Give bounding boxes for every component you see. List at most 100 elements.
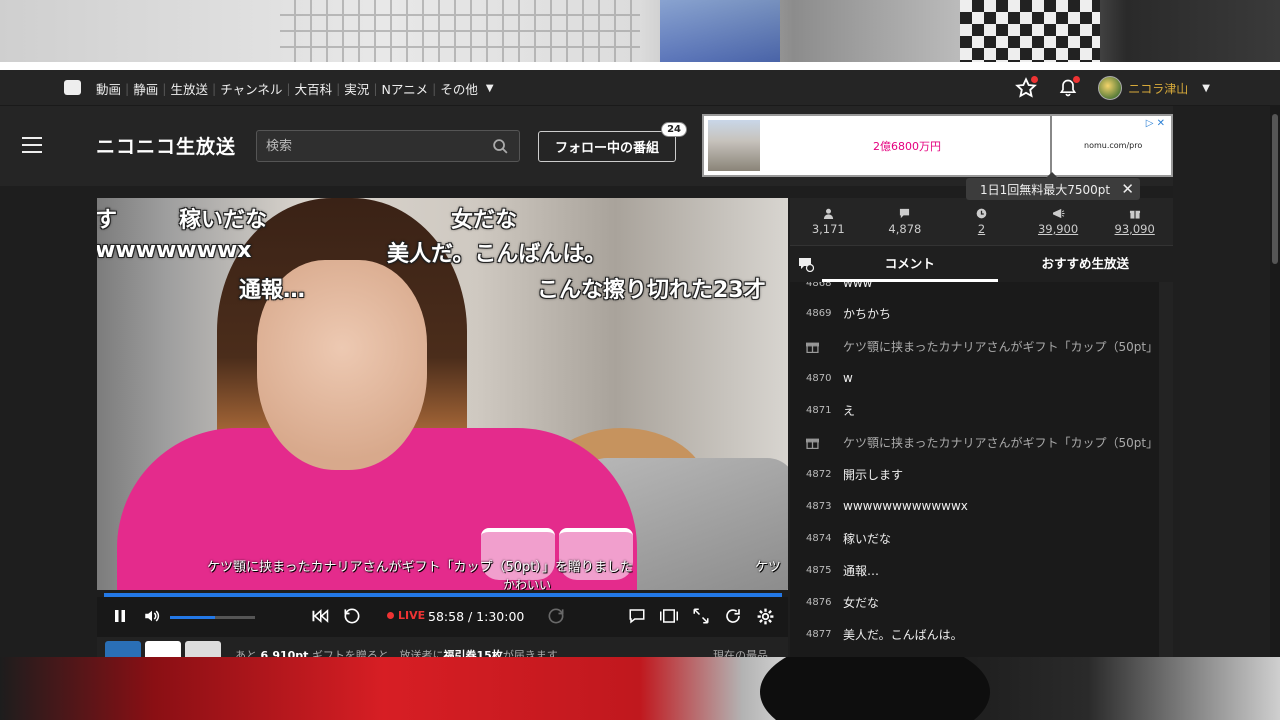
comment-number: 4874 [806,532,832,544]
service-links: 動画 | 静画 | 生放送 | チャンネル | 大百科 | 実況 | Nアニメ | その他 ▼ [92,70,494,106]
nav-link-dic[interactable]: 大百科 [291,79,337,98]
list-item: 4870 w [790,362,1159,394]
jump-start-button[interactable] [309,605,331,627]
player-controls: LIVE 58:58 / 1:30:00 [97,597,788,637]
gift-list-item: ケツ顎に挟まったカナリアさんがギフト「カップ（50pt」 [790,330,1159,362]
search-input[interactable] [257,131,477,161]
theater-mode-button[interactable] [658,605,680,627]
gift-thumbnail[interactable] [145,641,181,657]
search-icon[interactable] [492,138,509,155]
overlay-comment: wwwwwwwx [97,238,252,263]
comment-settings-icon [799,258,814,272]
comment-number: 4868 [806,282,832,289]
comment-number: 4871 [806,404,832,416]
comment-bubble-icon [629,609,645,624]
live-label: LIVE [398,609,426,622]
gift-info-suffix: が届きます [502,649,558,657]
close-icon[interactable]: ✕ [1121,180,1134,198]
comment-text: 通報… [843,563,880,578]
nav-link-video[interactable]: 動画 [92,79,125,98]
avatar [1098,76,1123,100]
fullscreen-button[interactable] [690,605,712,627]
adchoices-icon[interactable]: ▷ ✕ [1146,118,1165,129]
nav-link-anime[interactable]: Nアニメ [378,79,433,98]
volume-button[interactable] [141,605,163,627]
reload-button[interactable] [722,605,744,627]
video-player[interactable]: す 稼いだな 女だな wwwwwwwx 美人だ。こんばんは。 通報… こんな擦り… [97,198,788,590]
niconama-logo[interactable]: ニコニコ生放送 [96,132,236,159]
overlay-comment: 稼いだな [179,208,268,233]
current-item-label: 現在の最品 [713,649,768,657]
list-item: 4872 開示します [790,458,1159,490]
user-name: ニコラ津山 [1128,81,1189,96]
overlay-comment: こんな擦り切れた23才 [537,278,766,303]
gift-thumbnail[interactable] [105,641,141,657]
clock-icon [976,208,987,218]
gift-info-tickets: 福引券15枚 [443,649,503,657]
comment-settings-button[interactable] [790,256,822,272]
following-count-badge: 24 [661,122,687,137]
microphone [760,657,990,720]
viewer-icon [823,208,833,219]
tooltip-text: 1日1回無料最大7500pt [980,182,1111,197]
comment-text: 美人だ。こんばんは。 [843,627,963,642]
list-item: 4871 え [790,394,1159,426]
gift-info-points: 6,910pt [260,649,309,657]
rewind-10-button[interactable] [341,605,363,627]
comment-list[interactable]: 4868 www 4869 かちかち ケツ顎に挟まったカナリアさんがギフト「カッ… [790,282,1173,657]
comment-number: 4875 [806,564,832,576]
nav-link-live[interactable]: 生放送 [166,79,212,98]
overlay-comment: 美人だ。こんばんは。 [387,242,607,267]
playback-time: 58:58 / 1:30:00 [428,609,525,624]
stat-timeshift[interactable]: 2 [943,198,1020,245]
menu-icon[interactable] [22,137,42,153]
stat-ad-points[interactable]: 39,900 [1020,198,1097,245]
gift-row-icon [790,436,843,449]
gift-icon [806,438,819,449]
stat-comments: 4,878 [867,198,944,245]
stats-bar: 3,171 4,878 2 39,900 93,090 [790,198,1173,246]
speaker-icon [145,610,160,622]
site-header: ニコニコ生放送 フォロー中の番組 24 2億6800万円 nomu.com/pr… [0,106,1280,186]
nav-link-seiga[interactable]: 静画 [129,79,162,98]
overlay-comment: 女だな [451,208,518,233]
settings-button[interactable] [754,605,776,627]
list-item: 4876 女だな [790,586,1159,618]
comment-toggle-button[interactable] [626,605,648,627]
tab-recommended[interactable]: おすすめ生放送 [998,246,1174,282]
search-box [256,130,520,162]
scrollbar-thumb[interactable] [1272,114,1278,264]
nav-link-more[interactable]: その他 [436,79,482,98]
user-menu[interactable]: ニコラ津山 ▼ [1098,76,1210,100]
comment-text: www [843,282,873,290]
page-scrollbar[interactable] [1270,106,1280,657]
forward-10-icon [548,608,564,624]
tab-comments[interactable]: コメント [822,246,998,282]
comment-scrollbar[interactable] [1159,282,1173,657]
notifications-button[interactable] [1056,76,1081,100]
list-item: 4869 かちかち [790,297,1159,329]
live-indicator[interactable]: LIVE [387,609,425,622]
niconico-tv-icon[interactable] [64,80,81,95]
favorite-star-button[interactable] [1014,76,1039,100]
stat-value: 39,900 [1037,221,1079,236]
gift-text: ケツ顎に挟まったカナリアさんがギフト「カップ（50pt」 [843,435,1159,450]
stat-value: 3,171 [811,221,845,236]
checkered-shirt [960,0,1100,62]
stat-gift-points[interactable]: 93,090 [1096,198,1173,245]
nav-link-jikkyo[interactable]: 実況 [340,79,373,98]
ad-domain: nomu.com/pro [1084,141,1143,150]
gift-points-icon [1129,210,1140,219]
forward-10-button[interactable] [545,605,567,627]
gift-thumbnail[interactable] [185,641,221,657]
chevron-down-icon[interactable]: ▼ [486,83,494,94]
volume-slider[interactable] [170,616,255,619]
stat-value: 2 [977,221,986,236]
comment-number: 4872 [806,468,832,480]
free-points-tooltip: 1日1回無料最大7500pt ✕ [966,172,1140,200]
pause-button[interactable] [109,605,131,627]
banner-ad[interactable]: 2億6800万円 nomu.com/pro ▷ ✕ [702,114,1173,177]
right-gutter [1173,106,1280,657]
nav-link-channel[interactable]: チャンネル [216,79,286,98]
following-programs-button[interactable]: フォロー中の番組 24 [538,122,687,162]
